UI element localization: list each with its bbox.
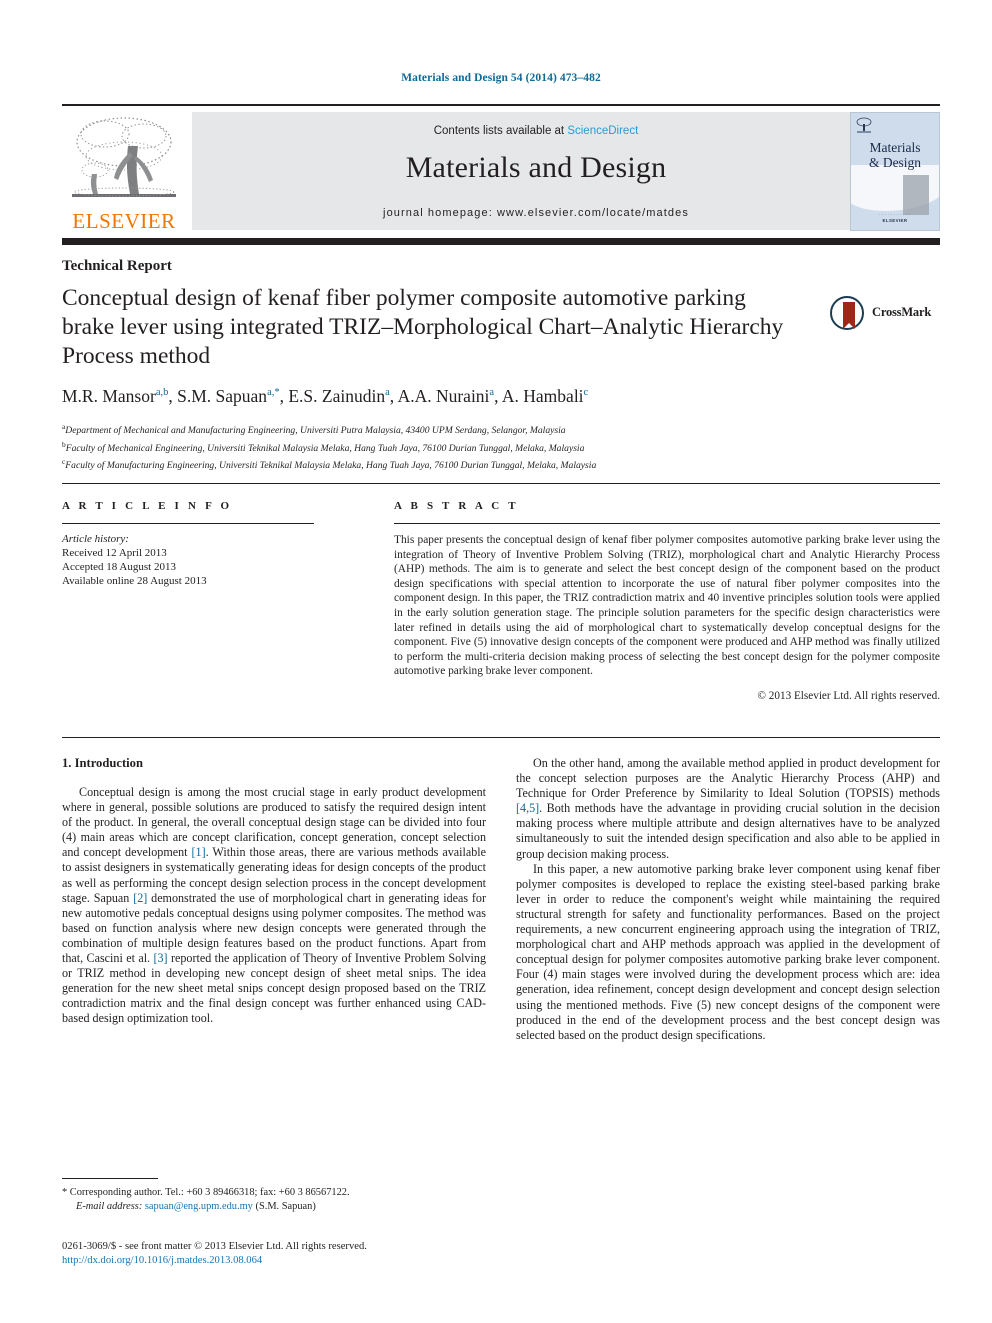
page-sheet: Materials and Design 54 (2014) 473–482 E…	[62, 0, 940, 1323]
author-affil-marks[interactable]: a,*	[267, 387, 280, 398]
article-section-type: Technical Report	[62, 258, 172, 274]
author-name: E.S. Zainudin	[288, 386, 386, 406]
paragraph: On the other hand, among the available m…	[516, 756, 940, 861]
journal-homepage-line[interactable]: journal homepage: www.elsevier.com/locat…	[192, 207, 880, 219]
author: A.A. Nurainia	[398, 386, 495, 406]
imprint-front-matter: 0261-3069/$ - see front matter © 2013 El…	[62, 1241, 367, 1252]
crossmark-bookmark-shape	[843, 302, 855, 329]
elsevier-tree-icon	[70, 112, 178, 208]
journal-cover-thumbnail[interactable]: Materials & Design · · · · · · · · · · ·…	[850, 112, 940, 231]
crossmark-badge-icon	[830, 296, 864, 330]
affiliation: bFaculty of Mechanical Engineering, Univ…	[62, 438, 882, 456]
abstract-copyright: © 2013 Elsevier Ltd. All rights reserved…	[757, 689, 941, 702]
author-affil-marks: a	[489, 387, 495, 399]
cover-footer: · · · · · · · · · · · ELSEVIER	[851, 213, 939, 224]
article-info-block: A R T I C L E I N F O Article history: R…	[62, 500, 314, 588]
cover-grey-block-decoration	[903, 175, 929, 215]
affiliation-text: Department of Mechanical and Manufacturi…	[65, 425, 566, 437]
sciencedirect-link[interactable]: ScienceDirect	[567, 125, 638, 137]
author-name: A.A. Nuraini	[397, 386, 490, 406]
author-name: M.R. Mansor	[62, 386, 156, 406]
cover-footer-line-1: · · · · · · · · · · ·	[879, 213, 911, 217]
paragraph: In this paper, a new automotive parking …	[516, 861, 940, 1042]
contents-available-line: Contents lists available at ScienceDirec…	[192, 125, 880, 137]
author: E.S. Zainudina	[288, 386, 389, 406]
author-name: A. Hambali	[501, 386, 584, 406]
cover-footer-line-2: ELSEVIER	[882, 218, 908, 223]
author-affil-marks: a	[385, 387, 390, 399]
abstract-text: This paper presents the conceptual desig…	[394, 534, 940, 678]
elsevier-logo: ELSEVIER	[62, 110, 186, 232]
paragraph: Conceptual design is among the most cruc…	[62, 785, 487, 1026]
cover-elsevier-tree-icon	[856, 116, 872, 134]
section-heading-introduction: 1. Introduction	[62, 756, 143, 770]
article-head-rule	[62, 483, 940, 484]
crossmark-logo[interactable]: CrossMark	[830, 294, 938, 334]
corresponding-author-footnote: * Corresponding author. Tel.: +60 3 8946…	[62, 1186, 492, 1214]
affiliation-text: Faculty of Manufacturing Engineering, Un…	[65, 460, 597, 472]
footnote-corresponding-line: * Corresponding author. Tel.: +60 3 8946…	[62, 1187, 350, 1198]
citation-ref[interactable]: [1]	[192, 845, 206, 859]
journal-band: Contents lists available at ScienceDirec…	[192, 112, 880, 230]
article-history-received: Received 12 April 2013	[62, 547, 167, 559]
article-history-accepted: Accepted 18 August 2013	[62, 561, 176, 573]
cover-title-line-1: Materials	[869, 140, 921, 155]
footnote-email-address[interactable]: sapuan@eng.upm.edu.my	[145, 1201, 253, 1212]
article-info-rule	[62, 523, 314, 524]
masthead-bottom-rule	[62, 238, 940, 245]
citation-ref[interactable]: [3]	[153, 951, 167, 965]
article-history-online: Available online 28 August 2013	[62, 575, 207, 587]
crossmark-label: CrossMark	[872, 305, 932, 319]
author-affil-marks: c	[583, 387, 589, 399]
affiliation: cFaculty of Manufacturing Engineering, U…	[62, 455, 882, 473]
abstract-rule	[394, 523, 940, 524]
journal-masthead: ELSEVIER Contents lists available at Sci…	[62, 104, 940, 234]
footnote-rule	[62, 1178, 158, 1179]
article-history-label: Article history:	[62, 533, 129, 545]
body-column-right: On the other hand, among the available m…	[516, 756, 940, 1043]
abstract-block: A B S T R A C T This paper presents the …	[394, 500, 940, 702]
imprint-block: 0261-3069/$ - see front matter © 2013 El…	[62, 1240, 532, 1268]
author: S.M. Sapuana,*	[177, 386, 279, 406]
running-head: Materials and Design 54 (2014) 473–482	[401, 72, 601, 84]
citation-ref[interactable]: [2]	[133, 891, 147, 905]
journal-title: Materials and Design	[405, 151, 667, 184]
article-info-heading: A R T I C L E I N F O	[62, 500, 233, 512]
author: M.R. Mansora,b	[62, 386, 168, 406]
contents-prefix: Contents lists available at	[433, 125, 568, 137]
footnote-email-owner: (S.M. Sapuan)	[255, 1200, 316, 1212]
abstract-heading: A B S T R A C T	[394, 500, 519, 512]
affiliation: aDepartment of Mechanical and Manufactur…	[62, 420, 882, 438]
citation-ref[interactable]: [4,5]	[516, 801, 539, 815]
abstract-bottom-rule	[62, 737, 940, 738]
author-affil-marks: a,b	[155, 387, 169, 399]
author-list: M.R. Mansora,b, S.M. Sapuana,*, E.S. Zai…	[62, 386, 589, 406]
elsevier-wordmark: ELSEVIER	[72, 209, 176, 233]
footnote-email-line: E-mail address: sapuan@eng.upm.edu.my (S…	[62, 1200, 492, 1214]
author: A. Hambalic	[502, 386, 588, 406]
body-column-left: 1. Introduction Conceptual design is amo…	[62, 756, 486, 1027]
affiliation-list: aDepartment of Mechanical and Manufactur…	[62, 420, 882, 473]
article-title: Conceptual design of kenaf fiber polymer…	[62, 285, 784, 369]
footnote-email-label: E-mail address:	[76, 1200, 143, 1212]
cover-title-line-2: & Design	[868, 155, 922, 170]
author-name: S.M. Sapuan	[177, 386, 268, 406]
imprint-doi-link[interactable]: http://dx.doi.org/10.1016/j.matdes.2013.…	[62, 1254, 532, 1268]
journal-article-page: Materials and Design 54 (2014) 473–482 E…	[0, 0, 992, 1323]
cover-title: Materials & Design	[851, 140, 939, 170]
affiliation-text: Faculty of Mechanical Engineering, Unive…	[65, 442, 585, 454]
